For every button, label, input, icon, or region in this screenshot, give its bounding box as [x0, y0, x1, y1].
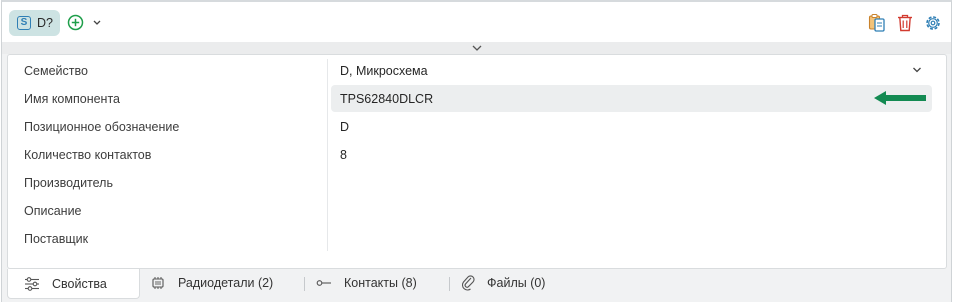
family-select[interactable]: D, Микросхема [340, 64, 428, 78]
paperclip-icon [461, 275, 475, 291]
property-row-manufacturer[interactable]: Производитель [8, 168, 946, 196]
tab-pins[interactable]: Контакты (8) [316, 269, 417, 297]
component-editor: S D? Семейство D, Микросхема Имя компоне… [1, 0, 952, 302]
property-label: Описание [24, 204, 82, 218]
properties-panel: Семейство D, Микросхема Имя компонента T… [7, 54, 947, 269]
chip-icon [152, 277, 164, 289]
pin-icon [316, 280, 331, 286]
tab-files[interactable]: Файлы (0) [461, 269, 545, 297]
property-row-supplier[interactable]: Поставщик [8, 224, 946, 252]
chevron-down-icon[interactable] [92, 16, 102, 28]
designator-value[interactable]: D [340, 120, 349, 134]
sliders-icon [25, 276, 39, 291]
component-chip[interactable]: S D? [9, 10, 60, 36]
schematic-icon: S [17, 16, 31, 30]
tab-label: Радиодетали (2) [178, 276, 274, 290]
tab-components[interactable]: Радиодетали (2) [150, 269, 273, 297]
trash-icon[interactable] [896, 13, 914, 33]
bottom-tabs: Свойства Радиодетали (2) Контакты (8) Фа… [2, 269, 951, 302]
pin-count-value[interactable]: 8 [340, 148, 347, 162]
property-label: Производитель [24, 176, 113, 190]
property-label: Позиционное обозначение [24, 120, 180, 134]
toolbar: S D? [2, 2, 951, 42]
clipboard-copy-icon[interactable] [868, 13, 886, 33]
property-row-family[interactable]: Семейство D, Микросхема [8, 56, 946, 84]
chevron-down-icon[interactable] [912, 66, 922, 74]
tab-label: Контакты (8) [344, 276, 417, 290]
gear-icon[interactable] [924, 13, 942, 33]
tab-separator [449, 277, 450, 291]
tab-separator [304, 277, 305, 291]
property-row-designator[interactable]: Позиционное обозначение D [8, 112, 946, 140]
component-name-value[interactable]: TPS62840DLCR [340, 92, 433, 106]
property-label: Количество контактов [24, 148, 152, 162]
tab-label: Файлы (0) [487, 276, 546, 290]
tab-properties[interactable]: Свойства [7, 269, 140, 299]
chip-label: D? [37, 16, 53, 30]
property-row-pin-count[interactable]: Количество контактов 8 [8, 140, 946, 168]
chevron-down-icon [472, 45, 482, 51]
property-label: Семейство [24, 64, 88, 78]
arrow-left-icon [874, 91, 926, 105]
property-row-component-name[interactable]: Имя компонента TPS62840DLCR [8, 84, 946, 112]
property-row-description[interactable]: Описание [8, 196, 946, 224]
property-label: Имя компонента [24, 92, 120, 106]
tab-label: Свойства [52, 276, 107, 291]
collapse-toggle[interactable] [2, 42, 951, 54]
property-label: Поставщик [24, 232, 89, 246]
plus-circle-icon[interactable] [67, 14, 84, 31]
